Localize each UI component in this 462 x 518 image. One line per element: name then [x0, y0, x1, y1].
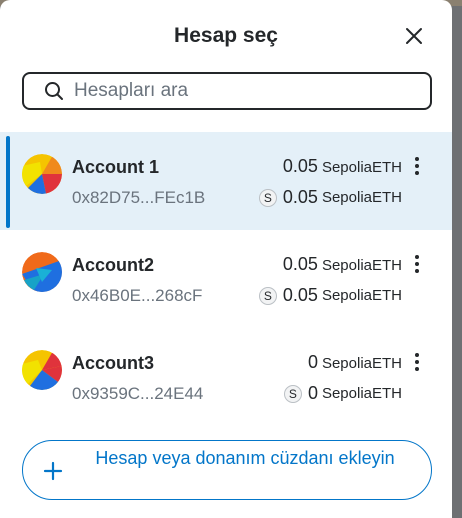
account-address: 0x82D75...FEc1B: [72, 188, 206, 207]
secondary-balance-unit: SepoliaETH: [321, 189, 402, 206]
network-badge-icon: S: [283, 384, 302, 403]
more-options-icon[interactable]: [410, 254, 424, 274]
secondary-balance-unit: SepoliaETH: [321, 287, 402, 304]
search-icon: [45, 82, 63, 100]
account-secondary-balance: S 0.05 SepoliaETH: [258, 187, 402, 208]
account-address: 0x9359C...24E44: [72, 384, 204, 403]
account-avatar-icon: [22, 252, 62, 292]
search-field[interactable]: [22, 72, 432, 110]
more-options-icon[interactable]: [410, 352, 424, 372]
account-name: Account2: [72, 255, 155, 275]
account-balance: 0.05 SepoliaETH: [283, 156, 402, 177]
account-row-1[interactable]: Account 1 0x82D75...FEc1B 0.05 SepoliaETH…: [0, 132, 452, 230]
account-secondary-balance: S 0.05 SepoliaETH: [258, 285, 402, 306]
close-icon[interactable]: [405, 27, 423, 45]
balance-value: 0.05: [282, 156, 318, 176]
secondary-balance-value: 0.05: [282, 285, 318, 305]
balance-unit: SepoliaETH: [321, 159, 402, 176]
balance-unit: SepoliaETH: [321, 257, 402, 274]
modal-header: Hesap seç: [0, 0, 452, 66]
account-name: Account3: [72, 353, 155, 373]
account-name: Account 1: [72, 157, 160, 177]
search-input[interactable]: [74, 80, 414, 102]
network-badge-icon: S: [258, 286, 277, 305]
secondary-balance-value: 0: [307, 383, 318, 403]
account-avatar-icon: [22, 154, 62, 194]
network-badge-icon: S: [258, 188, 277, 207]
modal-title: Hesap seç: [174, 24, 278, 47]
secondary-balance-value: 0.05: [282, 187, 318, 207]
account-address: 0x46B0E...268cF: [72, 286, 203, 305]
secondary-balance-unit: SepoliaETH: [321, 385, 402, 402]
account-row-3[interactable]: Account3 0x9359C...24E44 0 SepoliaETH S 0…: [0, 328, 452, 426]
balance-value: 0: [307, 352, 318, 372]
add-account-button[interactable]: Hesap veya donanım cüzdanı ekleyin: [22, 440, 432, 500]
account-row-2[interactable]: Account2 0x46B0E...268cF 0.05 SepoliaETH …: [0, 230, 452, 328]
balance-value: 0.05: [282, 254, 318, 274]
more-options-icon[interactable]: [410, 156, 424, 176]
account-balance: 0 SepoliaETH: [308, 352, 402, 373]
selected-indicator: [6, 136, 10, 228]
account-secondary-balance: S 0 SepoliaETH: [283, 383, 402, 404]
account-avatar-icon: [22, 350, 62, 390]
plus-icon: [43, 461, 63, 481]
account-select-modal: Hesap seç Account 1 0x82D75...FEc1B: [0, 0, 452, 518]
add-account-label: Hesap veya donanım cüzdanı ekleyin: [95, 448, 395, 468]
balance-unit: SepoliaETH: [321, 355, 402, 372]
account-list: Account 1 0x82D75...FEc1B 0.05 SepoliaETH…: [0, 132, 452, 426]
account-balance: 0.05 SepoliaETH: [283, 254, 402, 275]
